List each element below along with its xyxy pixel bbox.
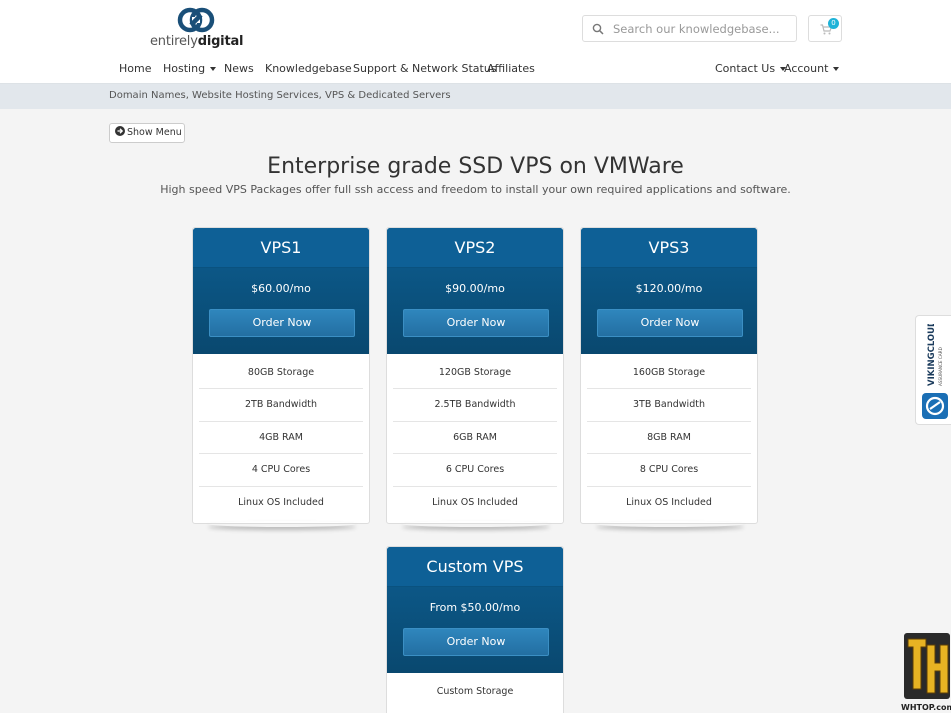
plan-feature: 80GB Storage bbox=[199, 357, 363, 390]
logo-mark-icon bbox=[177, 7, 215, 33]
plan-features: 80GB Storage 2TB Bandwidth 4GB RAM 4 CPU… bbox=[193, 354, 369, 519]
nav-affiliates[interactable]: Affiliates bbox=[487, 62, 535, 75]
nav-news[interactable]: News bbox=[224, 62, 254, 75]
plan-feature: 3TB Bandwidth bbox=[587, 389, 751, 422]
search-icon bbox=[592, 23, 604, 35]
plan-feature: 8 CPU Cores bbox=[587, 454, 751, 487]
page-title: Enterprise grade SSD VPS on VMWare bbox=[267, 154, 684, 179]
plan-card-vps1: VPS1 $60.00/mo Order Now 80GB Storage 2T… bbox=[192, 227, 370, 524]
breadcrumb-text: Domain Names, Website Hosting Services, … bbox=[109, 90, 451, 101]
plan-features: 120GB Storage 2.5TB Bandwidth 6GB RAM 6 … bbox=[387, 354, 563, 519]
plan-feature: 120GB Storage bbox=[393, 357, 557, 390]
nav-account-label: Account bbox=[784, 62, 829, 75]
page-subtitle: High speed VPS Packages offer full ssh a… bbox=[160, 183, 791, 196]
plan-name: VPS1 bbox=[193, 228, 369, 268]
nav-hosting-label: Hosting bbox=[163, 62, 206, 75]
knowledgebase-search[interactable] bbox=[582, 15, 797, 42]
nav-contact-label: Contact Us bbox=[715, 62, 776, 75]
nav-knowledgebase[interactable]: Knowledgebase bbox=[265, 62, 352, 75]
plan-card-vps3: VPS3 $120.00/mo Order Now 160GB Storage … bbox=[580, 227, 758, 524]
breadcrumb: Domain Names, Website Hosting Services, … bbox=[0, 83, 951, 109]
plan-feature: Linux OS Included bbox=[432, 496, 518, 508]
chevron-down-icon bbox=[210, 67, 217, 71]
plan-price: $120.00/mo bbox=[635, 282, 703, 295]
plan-feature: Custom Storage bbox=[436, 686, 514, 697]
plan-card-vps2: VPS2 $90.00/mo Order Now 120GB Storage 2… bbox=[386, 227, 564, 524]
plan-price: From $50.00/mo bbox=[429, 601, 521, 614]
cart-button[interactable]: 0 bbox=[808, 15, 842, 42]
plan-feature: Linux OS Included bbox=[238, 496, 324, 508]
arrow-circle-right-icon bbox=[115, 126, 125, 136]
plan-name: Custom VPS bbox=[387, 547, 563, 587]
plan-name: VPS2 bbox=[387, 228, 563, 268]
order-now-button[interactable]: Order Now bbox=[209, 309, 355, 337]
main-nav: Home Hosting News Knowledgebase Support … bbox=[0, 62, 951, 78]
order-now-button[interactable]: Order Now bbox=[403, 309, 549, 337]
nav-hosting[interactable]: Hosting bbox=[163, 62, 217, 75]
chevron-down-icon bbox=[833, 67, 840, 71]
order-now-button[interactable]: Order Now bbox=[403, 628, 549, 656]
show-menu-button[interactable]: Show Menu bbox=[109, 123, 185, 143]
plan-price: $60.00/mo bbox=[251, 282, 311, 295]
search-input[interactable] bbox=[613, 19, 791, 38]
nav-support[interactable]: Support & Network Status bbox=[353, 62, 497, 75]
plan-name: VPS3 bbox=[581, 228, 757, 268]
plan-header: VPS2 $90.00/mo Order Now bbox=[387, 228, 563, 354]
card-shadow bbox=[402, 521, 550, 527]
nav-home[interactable]: Home bbox=[119, 62, 151, 75]
logo-word-light: entirely bbox=[150, 34, 198, 49]
vikingcloud-wordmark: VIKINGCLOUD ASSURANCE CARD bbox=[927, 324, 943, 386]
watermark-text: WHTOP.com bbox=[901, 703, 951, 712]
logo-wordmark: entirelydigital bbox=[150, 34, 243, 49]
plan-header: Custom VPS From $50.00/mo Order Now bbox=[387, 547, 563, 673]
plan-feature: 4 CPU Cores bbox=[199, 454, 363, 487]
whtop-watermark: WHTOP.com bbox=[900, 631, 951, 713]
plan-header: VPS1 $60.00/mo Order Now bbox=[193, 228, 369, 354]
plan-feature: Linux OS Included bbox=[626, 496, 712, 508]
site-logo[interactable]: entirelydigital bbox=[150, 7, 244, 51]
cart-count-badge: 0 bbox=[828, 18, 839, 29]
show-menu-label: Show Menu bbox=[127, 127, 182, 138]
plan-header: VPS3 $120.00/mo Order Now bbox=[581, 228, 757, 354]
site-header: entirelydigital 0 Home Hosting News Know… bbox=[0, 0, 951, 83]
plan-feature: 6GB RAM bbox=[393, 422, 557, 455]
card-shadow bbox=[208, 521, 356, 527]
plan-feature: 4GB RAM bbox=[199, 422, 363, 455]
logo-word-bold: digital bbox=[197, 34, 244, 49]
viking-line1: VIKINGCLOUD bbox=[927, 324, 937, 386]
plan-features: 160GB Storage 3TB Bandwidth 8GB RAM 8 CP… bbox=[581, 354, 757, 519]
vikingcloud-badge[interactable]: VIKINGCLOUD ASSURANCE CARD bbox=[915, 315, 951, 425]
card-shadow bbox=[596, 521, 744, 527]
plan-features: Custom Storage bbox=[387, 673, 563, 708]
plan-feature: 160GB Storage bbox=[587, 357, 751, 390]
plan-feature: 8GB RAM bbox=[587, 422, 751, 455]
nav-account[interactable]: Account bbox=[784, 62, 840, 75]
plan-card-custom-vps: Custom VPS From $50.00/mo Order Now Cust… bbox=[386, 546, 564, 713]
order-now-button[interactable]: Order Now bbox=[597, 309, 743, 337]
vikingcloud-logo-icon bbox=[922, 393, 948, 419]
nav-contact[interactable]: Contact Us bbox=[715, 62, 787, 75]
plan-feature: 2TB Bandwidth bbox=[199, 389, 363, 422]
plan-feature: 6 CPU Cores bbox=[393, 454, 557, 487]
plan-feature: 2.5TB Bandwidth bbox=[393, 389, 557, 422]
viking-line2: ASSURANCE CARD bbox=[938, 347, 943, 386]
plan-price: $90.00/mo bbox=[445, 282, 505, 295]
